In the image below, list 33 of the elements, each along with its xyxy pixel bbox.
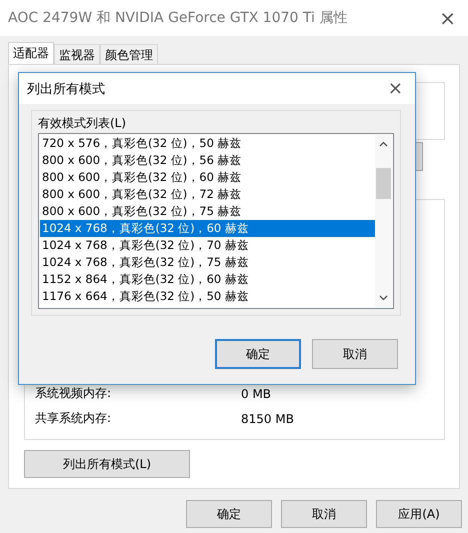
tab[interactable]: 监视器 — [54, 44, 100, 64]
close-button[interactable]: × — [435, 8, 460, 28]
dialog-button[interactable]: 取消 — [312, 339, 398, 369]
list-item[interactable]: 800 x 600，真彩色(32 位)，56 赫兹 — [40, 152, 375, 169]
dialog-button[interactable]: 应用(A) — [376, 500, 462, 528]
list-item[interactable]: 800 x 600，真彩色(32 位)，60 赫兹 — [40, 169, 375, 186]
memory-value: 0 MB — [241, 386, 272, 400]
list-item[interactable]: 1024 x 768，真彩色(32 位)，60 赫兹 — [40, 220, 375, 237]
tab[interactable]: 颜色管理 — [100, 44, 158, 64]
scrollbar[interactable] — [375, 135, 392, 307]
dialog-button[interactable]: 确定 — [215, 339, 301, 369]
chevron-up-icon[interactable] — [379, 141, 388, 147]
dialog-button[interactable]: 取消 — [281, 500, 367, 528]
list-item[interactable]: 1024 x 768，真彩色(32 位)，70 赫兹 — [40, 237, 375, 254]
list-item[interactable]: 1024 x 768，真彩色(32 位)，75 赫兹 — [40, 254, 375, 271]
scrollbar-thumb[interactable] — [376, 168, 391, 199]
list-item[interactable]: 720 x 576，真彩色(32 位)，50 赫兹 — [40, 135, 375, 152]
group-label: 有效模式列表(L) — [38, 115, 126, 132]
list-item[interactable]: 800 x 600，真彩色(32 位)，75 赫兹 — [40, 203, 375, 220]
mode-list[interactable] — [38, 133, 394, 309]
list-item[interactable]: 800 x 600，真彩色(32 位)，72 赫兹 — [40, 186, 375, 203]
memory-label: 系统视频内存: — [35, 385, 112, 402]
list-item[interactable]: 1152 x 864，真彩色(32 位)，60 赫兹 — [40, 271, 375, 288]
dialog-title: 列出所有模式 — [27, 80, 105, 98]
list-item[interactable]: 1176 x 664，真彩色(32 位)，50 赫兹 — [40, 288, 375, 305]
dialog-button[interactable]: 确定 — [186, 500, 272, 528]
tab[interactable]: 适配器 — [8, 42, 54, 64]
window-title: AOC 2479W 和 NVIDIA GeForce GTX 1070 Ti 属性 — [8, 9, 348, 27]
memory-label: 共享系统内存: — [35, 410, 112, 427]
chevron-down-icon[interactable] — [379, 295, 388, 301]
close-button[interactable]: × — [384, 80, 407, 98]
list-all-modes-button[interactable]: 列出所有模式(L) — [24, 450, 190, 478]
memory-value: 8150 MB — [241, 412, 294, 426]
